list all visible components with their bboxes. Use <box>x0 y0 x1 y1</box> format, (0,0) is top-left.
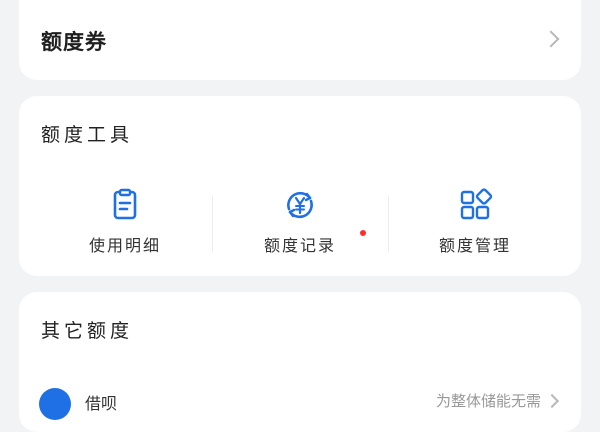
section-title-quota-tools: 额度工具 <box>41 124 134 146</box>
other-quota-card: 其它额度 借呗 为整体储能无需 <box>19 292 581 432</box>
chevron-right-icon <box>542 30 560 48</box>
tool-label: 使用明细 <box>88 236 161 255</box>
voucher-card[interactable]: 额度券 <box>19 0 581 80</box>
yen-refresh-icon <box>283 188 317 222</box>
circle-logo-icon <box>39 388 71 420</box>
tool-label: 额度管理 <box>438 236 511 255</box>
tool-quota-management[interactable]: 额度管理 <box>385 188 565 258</box>
notification-dot <box>360 230 366 236</box>
voucher-title: 额度券 <box>41 30 107 54</box>
other-row-hint: 为整体储能无需 <box>435 392 541 410</box>
chevron-right-icon <box>544 393 560 409</box>
grid-manage-icon <box>458 188 492 222</box>
tool-quota-records[interactable]: 额度记录 <box>210 188 390 258</box>
quota-tools-card: 额度工具 使用明细 额度记录 额度管理 <box>19 96 581 276</box>
other-row-label: 借呗 <box>85 394 118 413</box>
section-title-other-quota: 其它额度 <box>41 320 134 342</box>
document-list-icon <box>108 188 142 222</box>
tool-usage-details[interactable]: 使用明细 <box>35 188 215 258</box>
